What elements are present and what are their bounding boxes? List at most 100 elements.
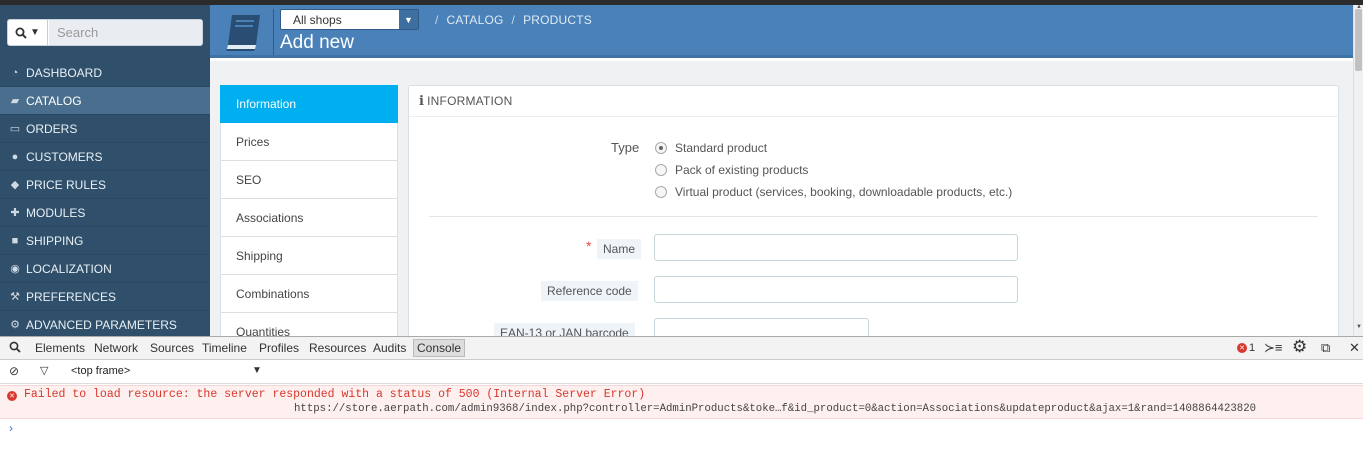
sidebar-item-customers[interactable]: ● CUSTOMERS [0, 143, 210, 171]
sidebar-item-price-rules[interactable]: ◆ PRICE RULES [0, 171, 210, 199]
console-prompt[interactable]: › [9, 421, 13, 435]
devtools-tab-timeline[interactable]: Timeline [202, 341, 247, 355]
sidebar-item-label: ADVANCED PARAMETERS [26, 317, 177, 332]
sidebar: ▼ ◔ DASHBOARD ▰ CATALOG ▭ ORDERS ● CUSTO… [0, 5, 210, 339]
devtools-tab-console[interactable]: Console [413, 339, 466, 357]
filter-icon[interactable]: ▽ [40, 364, 48, 377]
breadcrumb-catalog[interactable]: CATALOG [447, 13, 504, 27]
drawer-toggle-icon[interactable]: ≻≡ [1264, 340, 1282, 356]
devtools-tab-sources[interactable]: Sources [150, 341, 194, 355]
dock-side-icon[interactable]: ⧉ [1321, 340, 1330, 356]
sidebar-item-advanced-parameters[interactable]: ⚙ ADVANCED PARAMETERS [0, 311, 210, 339]
header-divider [273, 9, 274, 55]
page-title: Add new [280, 32, 354, 53]
dashboard-icon: ◔ [11, 66, 19, 79]
close-icon[interactable]: ✕ [1349, 340, 1360, 356]
radio-label: Virtual product (services, booking, down… [675, 185, 1013, 199]
sidebar-item-catalog[interactable]: ▰ CATALOG [0, 87, 210, 115]
tab-associations[interactable]: Associations [220, 199, 398, 237]
frame-select[interactable]: <top frame> [71, 365, 130, 377]
tag-icon: ◆ [10, 179, 20, 191]
error-icon: ✕ [1237, 343, 1247, 353]
radio-button[interactable] [655, 186, 667, 198]
console-error-message: ✕ Failed to load resource: the server re… [0, 385, 1363, 419]
sidebar-item-label: SHIPPING [26, 233, 84, 248]
tab-prices[interactable]: Prices [220, 123, 398, 161]
sidebar-item-label: CATALOG [26, 93, 82, 108]
puzzle-icon: ✚ [10, 207, 20, 219]
radio-label: Pack of existing products [675, 163, 809, 177]
clear-console-icon[interactable]: ⊘ [9, 364, 19, 378]
sidebar-item-label: PREFERENCES [26, 289, 117, 304]
sidebar-nav: ◔ DASHBOARD ▰ CATALOG ▭ ORDERS ● CUSTOME… [0, 59, 210, 339]
reference-code-label: Reference code [541, 281, 638, 301]
name-field[interactable] [654, 234, 1018, 261]
page-header: All shops ▼ / CATALOG / PRODUCTS Add new [210, 5, 1353, 58]
devtools-tab-audits[interactable]: Audits [373, 341, 406, 355]
radio-label: Standard product [675, 141, 768, 155]
app-window: ▼ ◔ DASHBOARD ▰ CATALOG ▭ ORDERS ● CUSTO… [0, 0, 1363, 463]
search-box: ▼ [7, 19, 203, 46]
truck-icon: ■ [11, 234, 19, 247]
sidebar-item-shipping[interactable]: ■ SHIPPING [0, 227, 210, 255]
panel-divider [409, 116, 1338, 117]
sidebar-item-dashboard[interactable]: ◔ DASHBOARD [0, 59, 210, 87]
search-options-button[interactable]: ▼ [8, 20, 48, 45]
credit-card-icon: ▭ [9, 123, 21, 135]
devtools-tab-resources[interactable]: Resources [309, 341, 366, 355]
wrench-icon: ⚒ [10, 291, 20, 303]
scroll-down-icon[interactable]: ▼ [1356, 324, 1362, 330]
devtools-panel: Elements Network Sources Timeline Profil… [0, 336, 1363, 463]
frame-select-arrow-icon[interactable]: ▼ [252, 365, 262, 376]
sidebar-item-modules[interactable]: ✚ MODULES [0, 199, 210, 227]
sidebar-item-label: CUSTOMERS [26, 149, 103, 164]
globe-icon: ◉ [10, 263, 20, 275]
panel-heading: i INFORMATION [419, 94, 512, 109]
product-tabs: Information Prices SEO Associations Ship… [220, 85, 398, 351]
settings-gear-icon[interactable]: ⚙ [1292, 337, 1307, 357]
devtools-tab-elements[interactable]: Elements [35, 341, 85, 355]
reference-code-field[interactable] [654, 276, 1018, 303]
search-icon[interactable] [9, 341, 21, 356]
name-label: Name [597, 239, 642, 259]
tab-shipping[interactable]: Shipping [220, 237, 398, 275]
breadcrumb: / CATALOG / PRODUCTS [427, 13, 592, 27]
tab-combinations[interactable]: Combinations [220, 275, 398, 313]
radio-button[interactable] [655, 164, 667, 176]
sidebar-item-preferences[interactable]: ⚒ PREFERENCES [0, 283, 210, 311]
radio-standard-product[interactable]: Standard product [655, 141, 767, 155]
devtools-tab-profiles[interactable]: Profiles [259, 341, 299, 355]
caret-down-icon: ▼ [399, 10, 418, 29]
sidebar-item-label: PRICE RULES [26, 177, 107, 192]
search-input[interactable] [49, 20, 202, 45]
breadcrumb-products[interactable]: PRODUCTS [523, 13, 592, 27]
page-scrollbar[interactable]: ▲ ▼ [1353, 4, 1363, 336]
error-count-badge[interactable]: ✕ 1 [1237, 342, 1255, 354]
tab-seo[interactable]: SEO [220, 161, 398, 199]
information-panel: i INFORMATION Type Standard product Pack … [408, 85, 1339, 345]
scrollbar-thumb[interactable] [1355, 9, 1362, 71]
error-url-link[interactable]: https://store.aerpath.com/admin9368/inde… [294, 403, 1256, 415]
devtools-tab-network[interactable]: Network [94, 341, 138, 355]
devtools-toolbar: Elements Network Sources Timeline Profil… [0, 337, 1363, 360]
tab-information[interactable]: Information [220, 85, 398, 123]
radio-pack-product[interactable]: Pack of existing products [655, 163, 808, 177]
radio-virtual-product[interactable]: Virtual product (services, booking, down… [655, 185, 1012, 199]
shop-select[interactable]: All shops ▼ [280, 9, 419, 30]
cogs-icon: ⚙ [10, 319, 20, 331]
sidebar-item-label: ORDERS [26, 121, 78, 136]
main-content: Information Prices SEO Associations Ship… [210, 61, 1353, 351]
breadcrumb-separator: / [511, 13, 516, 27]
type-label: Type [611, 140, 640, 155]
sidebar-item-label: LOCALIZATION [26, 261, 112, 276]
book-icon [226, 15, 260, 51]
radio-button[interactable] [655, 142, 667, 154]
sidebar-item-orders[interactable]: ▭ ORDERS [0, 115, 210, 143]
required-asterisk: * [586, 238, 592, 254]
panel-heading-text: INFORMATION [427, 94, 513, 108]
users-icon: ● [11, 150, 19, 163]
sidebar-item-label: MODULES [26, 205, 86, 220]
sidebar-item-localization[interactable]: ◉ LOCALIZATION [0, 255, 210, 283]
breadcrumb-separator: / [435, 13, 439, 27]
error-icon: ✕ [7, 391, 17, 401]
